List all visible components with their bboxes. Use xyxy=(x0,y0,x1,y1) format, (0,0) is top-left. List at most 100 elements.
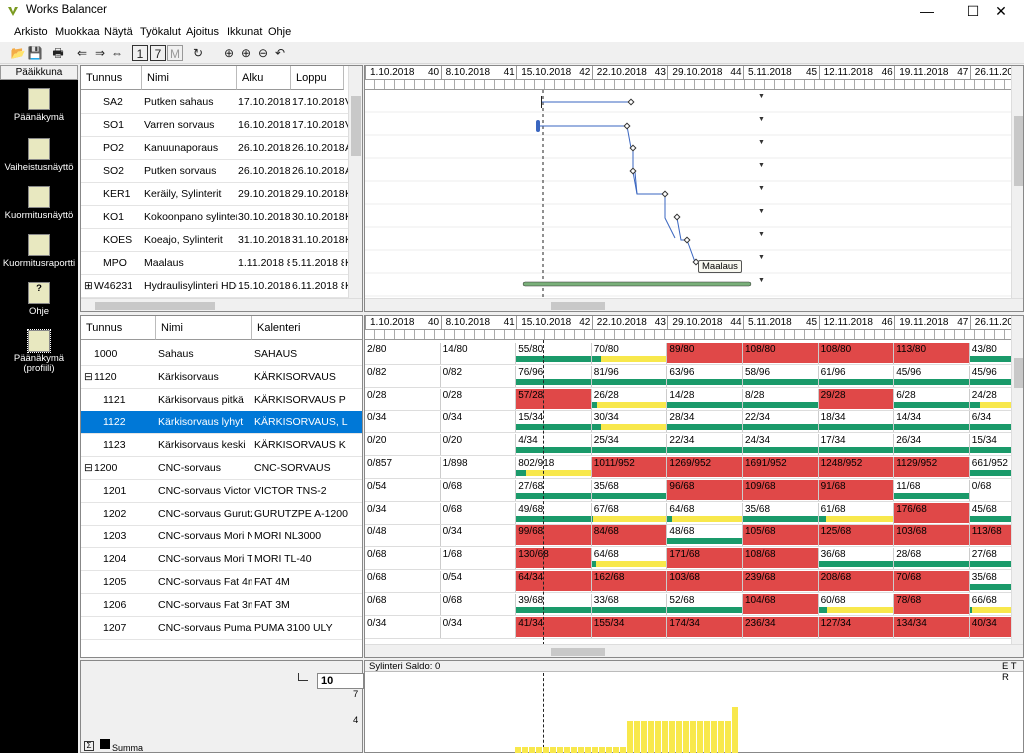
close-button[interactable]: ✕ xyxy=(978,0,1024,22)
resource-row[interactable]: 1201 CNC-sorvaus Victor TNVICTOR TNS-2 xyxy=(81,480,362,503)
save-icon[interactable]: 💾 xyxy=(27,45,43,61)
spinner-handle-icon[interactable] xyxy=(298,673,308,681)
menu-nayta[interactable]: Näytä xyxy=(104,26,133,38)
zoom-icon[interactable]: ⊕ xyxy=(221,45,237,61)
open-folder-icon[interactable]: 📂 xyxy=(10,45,26,61)
resource-row[interactable]: 1203 CNC-sorvaus Mori NL3MORI NL3000 xyxy=(81,525,362,549)
col-header-nimi[interactable]: Nimi xyxy=(142,66,237,90)
view-7-icon[interactable]: 7 xyxy=(150,45,166,61)
nav-kuormitusraportti[interactable]: Kuormitusraportti xyxy=(0,234,78,269)
window-title: Works Balancer xyxy=(26,4,107,16)
task-row[interactable]: MPOMaalaus1.11.2018 8:5.11.2018 8:K xyxy=(81,252,362,275)
menu-tyokalut[interactable]: Työkalut xyxy=(140,26,181,38)
resource-cell: 1204 xyxy=(103,553,127,566)
task-row[interactable]: SA2Putken sahaus17.10.201817.10.2018V xyxy=(81,91,362,114)
load-cell-divider xyxy=(439,548,441,571)
load-vertical-scrollbar[interactable] xyxy=(1011,316,1023,645)
resource-cell: CNC-sorvaus xyxy=(158,462,222,474)
resource-row[interactable]: 1206 CNC-sorvaus Fat 3m FAT 3M xyxy=(81,594,362,617)
load-value: 134/34 xyxy=(896,617,927,629)
view-1-icon[interactable]: 1 xyxy=(132,45,148,61)
view-m-icon[interactable]: M xyxy=(167,45,183,61)
resource-row[interactable]: 1204 CNC-sorvaus Mori TL-MORI TL-40 xyxy=(81,548,362,572)
menu-arkisto[interactable]: Arkisto xyxy=(14,26,48,38)
task-row[interactable]: SO1Varren sorvaus16.10.201817.10.2018V xyxy=(81,114,362,137)
task-row[interactable]: KER1 Keräily, Sylinterit 29.10.2018 29.10.2… xyxy=(81,183,362,206)
load-row-divider xyxy=(365,386,1011,388)
res-header-kalenteri[interactable]: Kalenteri xyxy=(252,316,362,340)
menu-ohje[interactable]: Ohje xyxy=(268,26,291,38)
task-row[interactable]: KO1 Kokoonpano sylinteri 30.10.2018 30.10.2… xyxy=(81,206,362,229)
gantt-day-ticks xyxy=(365,80,1023,90)
resource-cell: 1122 xyxy=(103,416,126,429)
nav-paanakyma[interactable]: Päänäkymä xyxy=(0,88,78,123)
resource-row[interactable]: 1000 Sahaus SAHAUS xyxy=(81,343,362,366)
load-bar-free xyxy=(667,378,694,385)
task-horizontal-scrollbar[interactable] xyxy=(81,298,362,311)
gantt-vertical-scrollbar[interactable] xyxy=(1011,66,1023,299)
task-row[interactable]: SO2Putken sorvaus26.10.201826.10.2018A xyxy=(81,160,362,183)
task-row[interactable]: PO2Kanuunaporaus26.10.201826.10.2018A xyxy=(81,137,362,160)
load-cell-divider xyxy=(439,525,441,548)
grid-toggle-icon[interactable] xyxy=(100,739,110,749)
zoom-in-icon[interactable]: ⊕ xyxy=(238,45,254,61)
minimize-button[interactable]: — xyxy=(904,0,950,22)
res-header-tunnus[interactable]: Tunnus xyxy=(81,316,156,340)
task-cell: 30.10.2018 xyxy=(238,211,290,223)
load-value: 28/68 xyxy=(896,549,922,561)
load-bar-free xyxy=(591,515,593,522)
arrow-right-icon[interactable]: ⇒ xyxy=(92,45,108,61)
load-value: 239/68 xyxy=(745,572,776,583)
menu-ikkunat[interactable]: Ikkunat xyxy=(227,26,262,38)
toolbar: 📂 💾 🖶 ⇐ ⇒ ⇔ 1 7 M ↻ ⊕ ⊕ ⊖ ↶ xyxy=(0,42,1024,64)
col-header-tunnus[interactable]: Tunnus xyxy=(81,66,142,90)
arrow-left-icon[interactable]: ⇐ xyxy=(74,45,90,61)
quantity-spinner[interactable]: 10 xyxy=(317,673,364,689)
menu-muokkaa[interactable]: Muokkaa xyxy=(55,26,100,38)
resource-row[interactable]: 1123 Kärkisorvaus keski KÄRKISORVAUS K xyxy=(81,434,362,458)
load-bar xyxy=(894,492,969,499)
load-value: 1/68 xyxy=(442,549,463,561)
gantt-horizontal-scrollbar[interactable] xyxy=(365,298,1023,311)
nav-kuormitusnaytto[interactable]: Kuormitusnäyttö xyxy=(0,186,78,221)
arrow-both-icon[interactable]: ⇔ xyxy=(109,45,125,61)
res-header-nimi[interactable]: Nimi xyxy=(156,316,252,340)
week-label: 40 xyxy=(428,317,440,328)
nav-vaiheistusnaytto[interactable]: Vaiheistusnäyttö xyxy=(0,138,78,173)
load-horizontal-scrollbar[interactable] xyxy=(365,644,1023,657)
collapse-icon[interactable]: ⊟ xyxy=(84,366,93,389)
undo-icon[interactable]: ↶ xyxy=(272,45,288,61)
resource-row[interactable]: 1121 Kärkisorvaus pitkä KÄRKISORVAUS P xyxy=(81,389,362,412)
load-bar xyxy=(591,424,667,431)
col-header-alku[interactable]: Alku xyxy=(237,66,291,90)
resource-row[interactable]: ⊟ 1120 Kärkisorvaus KÄRKISORVAUS xyxy=(81,366,362,389)
col-header-loppu[interactable]: Loppu xyxy=(291,66,344,90)
task-cell: Putken sahaus xyxy=(144,96,214,108)
resource-row[interactable]: 1202 CNC-sorvaus GurutzpeGURUTZPE A-1200 xyxy=(81,503,362,526)
resource-row[interactable]: 1207 CNC-sorvaus Puma 3 PUMA 3100 ULY xyxy=(81,617,362,640)
collapse-icon[interactable]: ⊟ xyxy=(84,457,93,480)
task-vertical-scrollbar[interactable] xyxy=(348,66,362,299)
refresh-icon[interactable]: ↻ xyxy=(190,45,206,61)
nav-ohje[interactable]: ? Ohje xyxy=(0,282,78,317)
print-icon[interactable]: 🖶 xyxy=(50,45,66,61)
dependency-link xyxy=(686,239,698,263)
menu-ajoitus[interactable]: Ajoitus xyxy=(186,26,219,38)
load-value: 0/34 xyxy=(442,526,463,538)
expand-icon[interactable]: ⊞ xyxy=(84,275,93,298)
date-tick xyxy=(516,316,518,330)
sigma-toggle-icon[interactable]: Σ xyxy=(84,741,94,751)
resource-cell: CNC-sorvaus Mori TL- xyxy=(158,553,252,566)
zoom-out-icon[interactable]: ⊖ xyxy=(255,45,271,61)
resource-row[interactable]: ⊟ 1200 CNC-sorvaus CNC-SORVAUS xyxy=(81,457,362,480)
load-value: 109/68 xyxy=(745,480,776,492)
load-bar-free xyxy=(591,356,602,362)
task-row[interactable]: KOES Koeajo, Sylinterit 31.10.2018 31.10.20… xyxy=(81,229,362,252)
date-label: 29.10.2018 xyxy=(672,317,723,328)
resource-row[interactable]: 1205 CNC-sorvaus Fat 4m FAT 4M xyxy=(81,571,362,594)
resource-row[interactable]: 1122 Kärkisorvaus lyhyt KÄRKISORVAUS, L xyxy=(81,411,362,435)
nav-paanakyma-profiili[interactable]: Päänäkymä (profiili) xyxy=(0,329,78,374)
load-value: 14/80 xyxy=(442,344,468,355)
task-row[interactable]: ⊞W46231 Hydraulisylinteri HD6515.10.20186… xyxy=(81,275,362,298)
load-cell-divider xyxy=(439,365,441,388)
